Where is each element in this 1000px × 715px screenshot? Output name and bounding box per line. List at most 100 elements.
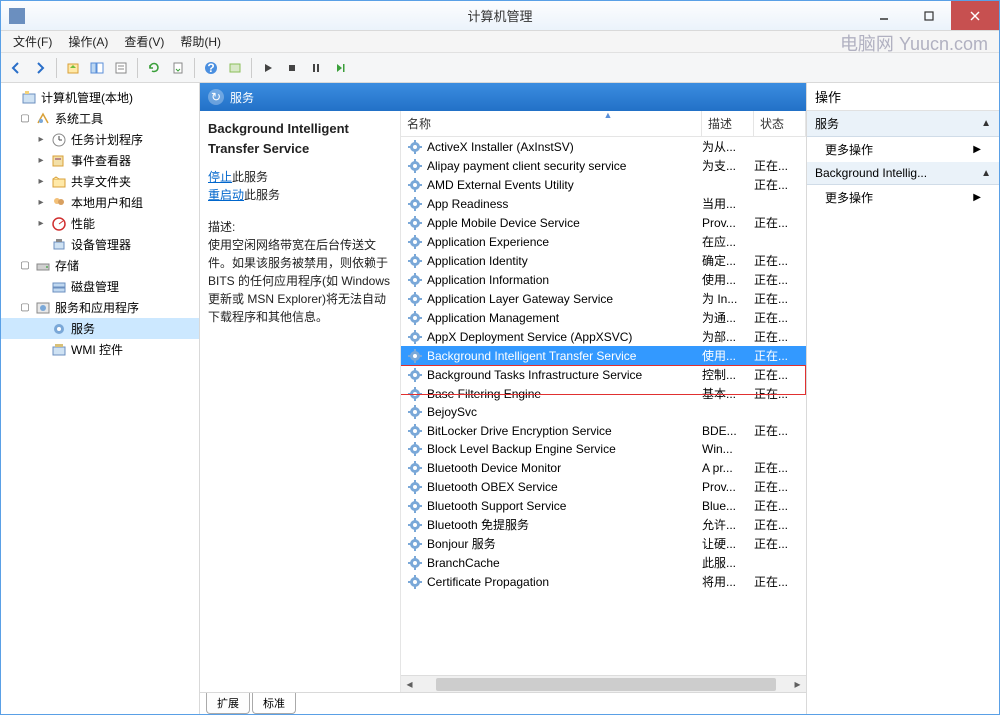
tab-extended[interactable]: 扩展 [206,693,250,714]
service-row[interactable]: Alipay payment client security service为支… [401,156,806,175]
gear-icon [407,177,423,193]
service-row[interactable]: Bluetooth OBEX ServiceProv...正在... [401,477,806,496]
tree-root[interactable]: 计算机管理(本地) [1,87,199,108]
service-name: App Readiness [427,197,702,211]
show-hide-tree-button[interactable] [86,57,108,79]
column-description[interactable]: 描述 [702,111,754,136]
gear-icon [407,215,423,231]
tree-disk-management[interactable]: 磁盘管理 [1,276,199,297]
service-row[interactable]: Application Layer Gateway Service为 In...… [401,289,806,308]
pause-service-button[interactable] [305,57,327,79]
gear-icon [407,460,423,476]
minimize-button[interactable] [861,1,906,30]
service-name: AppX Deployment Service (AppXSVC) [427,330,702,344]
properties-button[interactable] [110,57,132,79]
menu-bar: 文件(F) 操作(A) 查看(V) 帮助(H) [1,31,999,53]
refresh-icon[interactable]: ↻ [208,89,224,105]
service-name: BitLocker Drive Encryption Service [427,424,702,438]
close-button[interactable] [951,1,999,30]
menu-file[interactable]: 文件(F) [5,31,60,52]
tree-panel[interactable]: 计算机管理(本地) ▢系统工具 ▸任务计划程序 ▸事件查看器 ▸共享文件夹 ▸本… [1,83,200,714]
tree-device-manager[interactable]: 设备管理器 [1,234,199,255]
gear-icon [407,367,423,383]
back-button[interactable] [5,57,27,79]
menu-action[interactable]: 操作(A) [60,31,116,52]
stop-service-button[interactable] [281,57,303,79]
service-row[interactable]: Base Filtering Engine基本...正在... [401,384,806,403]
start-service-button[interactable] [257,57,279,79]
actions-section-selected[interactable]: Background Intellig...▲ [807,162,999,185]
service-row[interactable]: BranchCache此服... [401,553,806,572]
services-header-label: 服务 [230,89,254,106]
tree-services-apps[interactable]: ▢服务和应用程序 [1,297,199,318]
service-status: 正在... [754,422,806,439]
service-name: Bluetooth Device Monitor [427,461,702,475]
service-row[interactable]: AMD External Events Utility正在... [401,175,806,194]
maximize-button[interactable] [906,1,951,30]
service-row[interactable]: ActiveX Installer (AxInstSV)为从... [401,137,806,156]
service-name: Bonjour 服务 [427,535,702,552]
service-row[interactable]: BitLocker Drive Encryption ServiceBDE...… [401,421,806,440]
service-row[interactable]: Application Identity确定...正在... [401,251,806,270]
services-list-body[interactable]: ActiveX Installer (AxInstSV)为从...Alipay … [401,137,806,675]
service-row[interactable]: Background Intelligent Transfer Service使… [401,346,806,365]
gear-icon [407,348,423,364]
service-row[interactable]: Bluetooth 免提服务允许...正在... [401,515,806,534]
horizontal-scrollbar[interactable]: ◂ ▸ [401,675,806,692]
menu-view[interactable]: 查看(V) [116,31,172,52]
center-panel: ↻ 服务 Background Intelligent Transfer Ser… [200,83,807,714]
tree-event-viewer[interactable]: ▸事件查看器 [1,150,199,171]
gear-icon [407,404,423,420]
scroll-left-arrp response-icon[interactable]: ◂ [401,677,418,691]
gear-icon [407,158,423,174]
tree-performance[interactable]: ▸性能 [1,213,199,234]
service-row[interactable]: Apple Mobile Device ServiceProv...正在... [401,213,806,232]
tree-services[interactable]: 服务 [1,318,199,339]
service-row[interactable]: App Readiness当用... [401,194,806,213]
service-row[interactable]: BejoySvc [401,403,806,421]
service-row[interactable]: AppX Deployment Service (AppXSVC)为部...正在… [401,327,806,346]
up-button[interactable] [62,57,84,79]
tree-task-scheduler[interactable]: ▸任务计划程序 [1,129,199,150]
service-row[interactable]: Application Experience在应... [401,232,806,251]
tree-systools[interactable]: ▢系统工具 [1,108,199,129]
restart-service-button[interactable] [329,57,351,79]
service-name: Application Management [427,311,702,325]
toolbar: ? [1,53,999,83]
service-row[interactable]: Bluetooth Support ServiceBlue...正在... [401,496,806,515]
service-row[interactable]: Block Level Backup Engine ServiceWin... [401,440,806,458]
service-desc: 为 In... [702,290,754,307]
gear-icon [407,423,423,439]
tab-standard[interactable]: 标准 [252,693,296,714]
tree-local-users[interactable]: ▸本地用户和组 [1,192,199,213]
service-row[interactable]: Bluetooth Device MonitorA pr...正在... [401,458,806,477]
tree-wmi[interactable]: WMI 控件 [1,339,199,360]
service-row[interactable]: Background Tasks Infrastructure Service控… [401,365,806,384]
actions-section-services[interactable]: 服务▲ [807,111,999,137]
toolbar-extra-button[interactable] [224,57,246,79]
tree-storage[interactable]: ▢存储 [1,255,199,276]
menu-help[interactable]: 帮助(H) [172,31,229,52]
service-row[interactable]: Bonjour 服务让硬...正在... [401,534,806,553]
forward-button[interactable] [29,57,51,79]
tree-shared-folders[interactable]: ▸共享文件夹 [1,171,199,192]
service-name: BranchCache [427,556,702,570]
service-status: 正在... [754,573,806,590]
service-name: Bluetooth 免提服务 [427,516,702,533]
refresh-button[interactable] [143,57,165,79]
service-row[interactable]: Certificate Propagation将用...正在... [401,572,806,591]
column-name[interactable]: 名称 [401,111,702,136]
service-row[interactable]: Application Information使用...正在... [401,270,806,289]
actions-more-2[interactable]: 更多操作▶ [807,185,999,210]
actions-more-1[interactable]: 更多操作▶ [807,137,999,162]
gear-icon [407,329,423,345]
scroll-right-arrow-icon[interactable]: ▸ [789,677,806,691]
service-row[interactable]: Application Management为通...正在... [401,308,806,327]
column-status[interactable]: 状态 [754,111,806,136]
stop-service-link[interactable]: 停止 [208,170,232,184]
service-name: Block Level Backup Engine Service [427,442,702,456]
scroll-thumb[interactable] [436,678,776,691]
export-button[interactable] [167,57,189,79]
help-button[interactable]: ? [200,57,222,79]
restart-service-link[interactable]: 重启动 [208,188,244,202]
